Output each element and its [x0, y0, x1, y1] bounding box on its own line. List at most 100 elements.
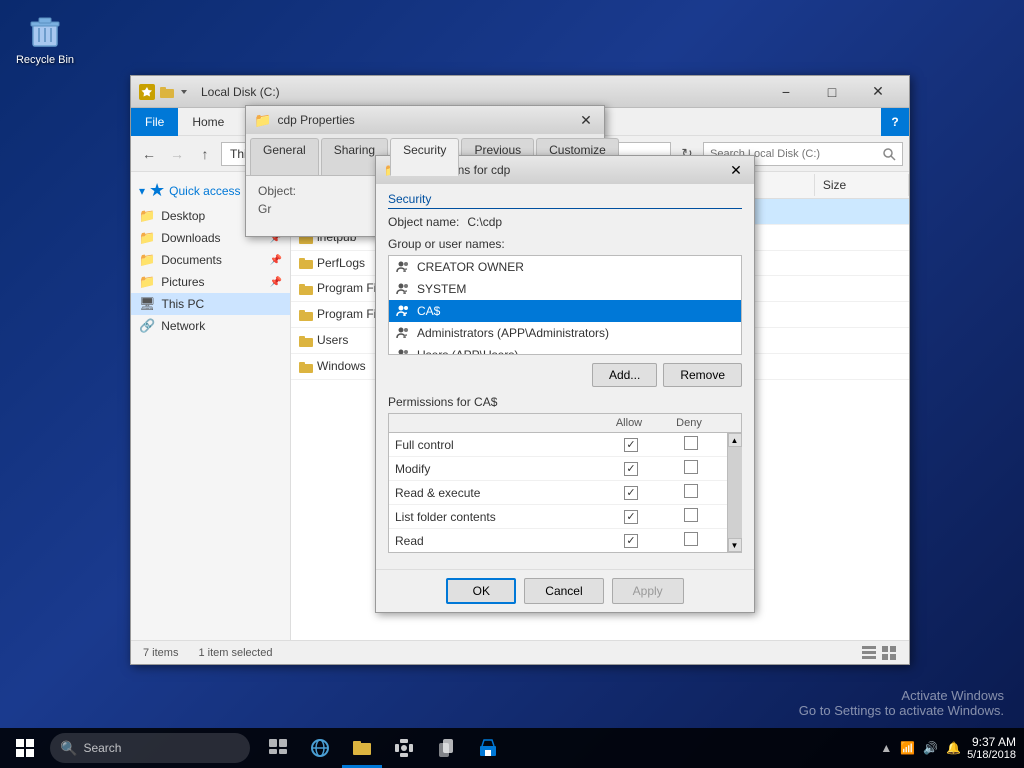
close-button[interactable]: ✕: [855, 76, 901, 108]
deny-check[interactable]: [684, 436, 698, 450]
object-name-value: C:\cdp: [467, 215, 502, 229]
scroll-track: [728, 447, 742, 538]
group-user-item[interactable]: CA$: [389, 300, 741, 322]
help-button[interactable]: ?: [881, 108, 909, 136]
desktop-folder-icon: 📁: [139, 208, 155, 224]
permission-row[interactable]: Modify: [389, 457, 727, 481]
perm-allow-checkbox[interactable]: [601, 437, 661, 452]
perm-allow-checkbox[interactable]: [601, 533, 661, 548]
user-group-icon: [395, 259, 411, 275]
deny-check[interactable]: [684, 508, 698, 522]
sidebar-item-pictures[interactable]: 📁 Pictures 📌: [131, 271, 290, 293]
perm-deny-checkbox[interactable]: [661, 484, 721, 501]
tab-general[interactable]: General: [250, 138, 319, 175]
this-pc-icon: 🖥: [139, 296, 156, 312]
recycle-bin-icon[interactable]: Recycle Bin: [10, 10, 80, 66]
home-menu[interactable]: Home: [178, 108, 238, 136]
volume-tray-icon[interactable]: 🔊: [923, 741, 938, 755]
group-user-label: Group or user names:: [388, 237, 742, 251]
permission-row[interactable]: List folder contents: [389, 505, 727, 529]
system-clock[interactable]: 9:37 AM 5/18/2018: [967, 735, 1016, 761]
network-tray-icon[interactable]: 📶: [900, 741, 915, 755]
allow-check[interactable]: [624, 486, 638, 500]
group-user-list: CREATOR OWNER SYSTEM CA$ Administrators …: [388, 255, 742, 355]
folder-icon: [159, 84, 175, 100]
allow-check[interactable]: [624, 534, 638, 548]
sidebar-pictures-label: Pictures: [161, 275, 204, 289]
settings-taskbar-icon[interactable]: [384, 728, 424, 768]
sidebar-item-this-pc[interactable]: 🖥 This PC: [131, 293, 290, 315]
add-button[interactable]: Add...: [592, 363, 657, 387]
perm-deny-checkbox[interactable]: [661, 460, 721, 477]
perm-row-name: Full control: [395, 438, 601, 452]
phone-companion-icon[interactable]: [426, 728, 466, 768]
status-bar: 7 items 1 item selected: [131, 640, 909, 664]
permissions-body: Security Object name: C:\cdp Group or us…: [376, 184, 754, 569]
deny-check[interactable]: [684, 532, 698, 546]
chevron-down-icon: ▾: [139, 184, 145, 198]
clock-time: 9:37 AM: [967, 735, 1016, 749]
group-user-item[interactable]: CREATOR OWNER: [389, 256, 741, 278]
permissions-dialog: 📁 Permissions for cdp ✕ Security Object …: [375, 155, 755, 613]
group-item-label: Administrators (APP\Administrators): [417, 326, 609, 340]
perm-allow-checkbox[interactable]: [601, 485, 661, 500]
taskbar-search[interactable]: 🔍 Search: [50, 733, 250, 763]
sidebar-item-network[interactable]: 🔗 Network: [131, 315, 290, 337]
deny-check[interactable]: [684, 460, 698, 474]
permissions-section-label: Security: [388, 192, 742, 209]
cdp-dialog-close[interactable]: ✕: [576, 110, 596, 130]
minimize-button[interactable]: −: [763, 76, 809, 108]
group-user-item[interactable]: Administrators (APP\Administrators): [389, 322, 741, 344]
group-user-item[interactable]: SYSTEM: [389, 278, 741, 300]
permissions-table: Allow Deny Full control Modify Read & ex…: [388, 413, 742, 553]
remove-button[interactable]: Remove: [663, 363, 742, 387]
folder-row-icon: [299, 334, 313, 348]
taskbar-search-icon: 🔍: [60, 740, 77, 757]
perm-row-name: Read: [395, 534, 601, 548]
sidebar-item-documents[interactable]: 📁 Documents 📌: [131, 249, 290, 271]
ie-browser-icon[interactable]: [300, 728, 340, 768]
tab-security[interactable]: Security: [390, 138, 459, 176]
cancel-button[interactable]: Cancel: [524, 578, 603, 604]
notification-icon[interactable]: 🔔: [946, 741, 961, 755]
folder-row-icon: [299, 256, 313, 270]
group-user-item[interactable]: Users (APP\Users): [389, 344, 741, 355]
allow-check[interactable]: [624, 510, 638, 524]
permissions-close-button[interactable]: ✕: [726, 160, 746, 180]
scroll-down-button[interactable]: ▼: [728, 538, 742, 552]
permission-row[interactable]: Read & execute: [389, 481, 727, 505]
ok-button[interactable]: OK: [446, 578, 516, 604]
perm-allow-checkbox[interactable]: [601, 509, 661, 524]
allow-check[interactable]: [624, 438, 638, 452]
large-icon-view[interactable]: [881, 645, 897, 661]
sidebar-documents-label: Documents: [161, 253, 222, 267]
permission-row[interactable]: Read: [389, 529, 727, 552]
up-button[interactable]: ↑: [193, 142, 217, 166]
file-explorer-taskbar-icon[interactable]: [342, 728, 382, 768]
explorer-title-bar: Local Disk (C:) − □ ✕: [131, 76, 909, 108]
maximize-button[interactable]: □: [809, 76, 855, 108]
taskbar: 🔍 Search: [0, 728, 1024, 768]
tray-up-arrow[interactable]: ▲: [880, 741, 892, 755]
perm-deny-checkbox[interactable]: [661, 436, 721, 453]
perm-deny-checkbox[interactable]: [661, 532, 721, 549]
quick-access-icon: [139, 84, 155, 100]
deny-col-header: Deny: [659, 417, 719, 429]
perm-allow-checkbox[interactable]: [601, 461, 661, 476]
taskbar-app-icons: [258, 728, 508, 768]
apply-button[interactable]: Apply: [612, 578, 684, 604]
deny-check[interactable]: [684, 484, 698, 498]
task-view-button[interactable]: [258, 728, 298, 768]
forward-button[interactable]: →: [165, 142, 189, 166]
store-icon[interactable]: [468, 728, 508, 768]
allow-check[interactable]: [624, 462, 638, 476]
column-size-header[interactable]: Size: [815, 174, 909, 196]
scroll-up-button[interactable]: ▲: [728, 433, 742, 447]
back-button[interactable]: ←: [137, 142, 161, 166]
cdp-dialog-icon: 📁: [254, 112, 271, 129]
start-button[interactable]: [0, 728, 50, 768]
permission-row[interactable]: Full control: [389, 433, 727, 457]
details-view-icon[interactable]: [861, 645, 877, 661]
file-menu[interactable]: File: [131, 108, 178, 136]
perm-deny-checkbox[interactable]: [661, 508, 721, 525]
